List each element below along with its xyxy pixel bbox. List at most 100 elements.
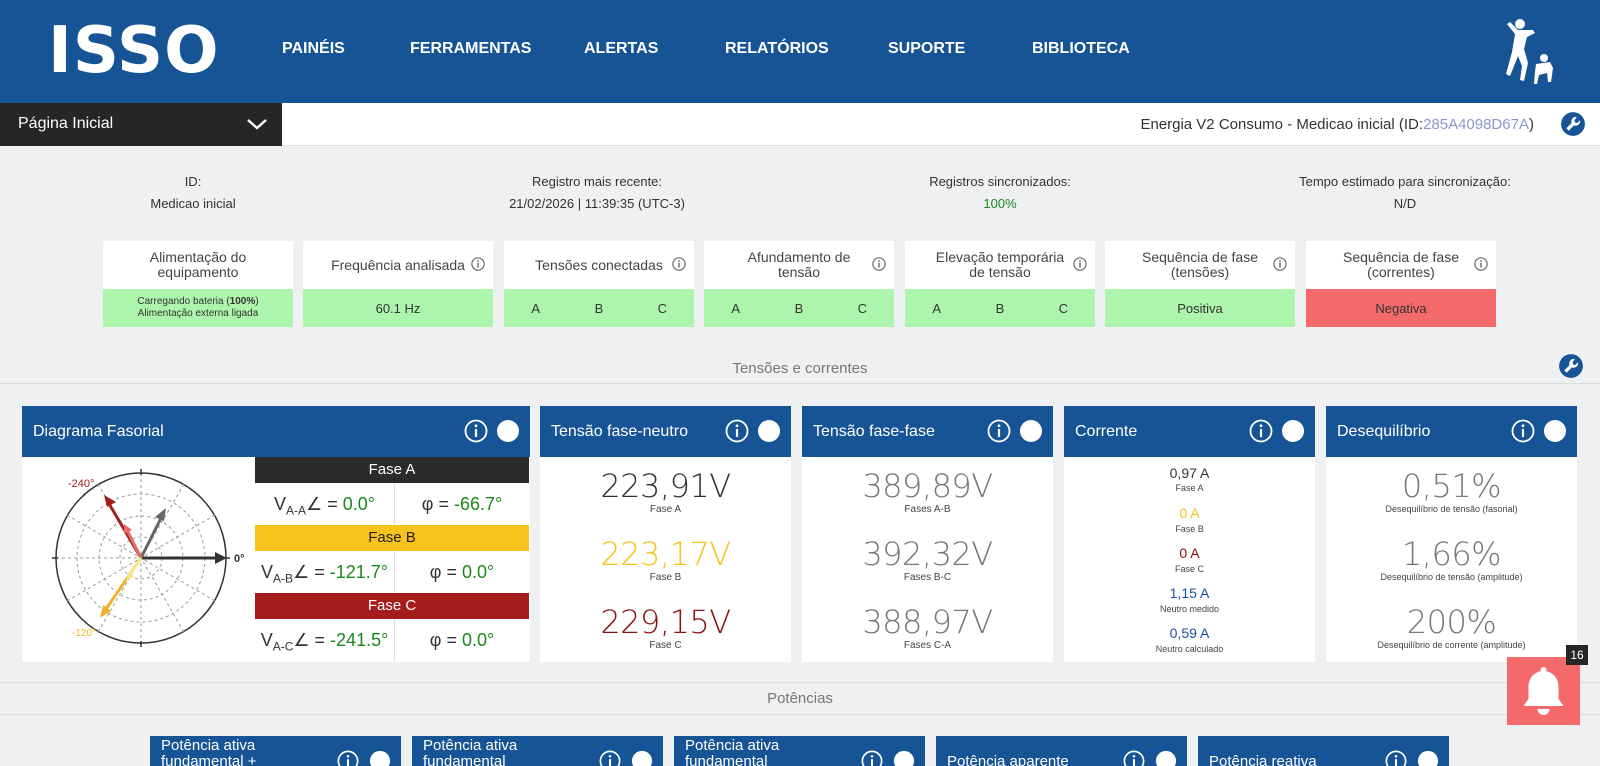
bell-icon bbox=[1523, 667, 1564, 715]
info-synced: Registros sincronizados: 100% bbox=[890, 174, 1110, 211]
card-status: ABC bbox=[504, 289, 694, 327]
info-icon[interactable] bbox=[1123, 750, 1145, 766]
phase-c-phi: φ = 0.0° bbox=[429, 630, 495, 650]
panel-active-power-3: Potência ativa fundamental bbox=[674, 736, 925, 766]
top-navigation-bar: ISSO PAINÉIS FERRAMENTAS ALERTAS RELATÓR… bbox=[0, 0, 1600, 103]
page-selector[interactable]: Página Inicial bbox=[0, 103, 282, 146]
panel-title: Tensão fase-neutro bbox=[551, 423, 688, 440]
imbalance-label: Desequilíbrio de tensão (fasorial) bbox=[1385, 504, 1518, 514]
sub-bar: Página Inicial Energia V2 Consumo - Medi… bbox=[0, 103, 1600, 146]
panel-phase-neutral-voltage: Tensão fase-neutro 223,91V Fase A 223,17… bbox=[540, 406, 791, 662]
panel-active-power-1: Potência ativa fundamental + bbox=[150, 736, 401, 766]
nav-suporte[interactable]: SUPORTE bbox=[888, 40, 965, 58]
panel-reactive-power: Potência reativa bbox=[1198, 736, 1449, 766]
info-icon[interactable] bbox=[987, 419, 1011, 443]
info-synced-label: Registros sincronizados: bbox=[929, 174, 1071, 189]
info-icon[interactable] bbox=[1249, 419, 1273, 443]
wrench-icon[interactable] bbox=[369, 750, 391, 766]
current-label: Neutro medido bbox=[1159, 604, 1220, 614]
wrench-icon[interactable] bbox=[496, 419, 520, 443]
voltage-label: Fases B-C bbox=[903, 572, 952, 583]
voltage-label: Fases C-A bbox=[903, 640, 952, 651]
imbalance-value: 1,66% bbox=[1401, 535, 1502, 573]
info-icon[interactable] bbox=[1474, 257, 1488, 271]
info-icon[interactable] bbox=[725, 419, 749, 443]
card-title: Alimentação do equipamento bbox=[149, 249, 247, 280]
voltage-label: Fases A-B bbox=[904, 504, 951, 515]
nav-relatorios[interactable]: RELATÓRIOS bbox=[725, 40, 829, 58]
voltage-label: Fase B bbox=[649, 572, 682, 583]
wrench-icon[interactable] bbox=[1558, 353, 1584, 379]
panel-imbalance: Desequilíbrio 0,51% Desequilíbrio de ten… bbox=[1326, 406, 1577, 662]
phasor-label-0: 0° bbox=[234, 553, 245, 565]
device-id: 285A4098D67A bbox=[1423, 116, 1529, 133]
info-icon[interactable] bbox=[599, 750, 621, 766]
imbalance-value: 200% bbox=[1406, 603, 1497, 641]
chevron-down-icon bbox=[247, 119, 267, 130]
info-icon[interactable] bbox=[337, 750, 359, 766]
panel-current: Corrente 0,97 A Fase A 0 A Fase B 0 A Fa… bbox=[1064, 406, 1315, 662]
phase-a-row: VA-A∠ = 0.0° φ = -66.7° bbox=[255, 483, 529, 525]
info-icon[interactable] bbox=[861, 750, 883, 766]
card-title: Afundamento de tensão bbox=[704, 241, 894, 289]
notification-count-badge: 16 bbox=[1566, 645, 1588, 665]
info-sync-eta: Tempo estimado para sincronização: N/D bbox=[1270, 174, 1540, 211]
phase-a-header: Fase A bbox=[255, 457, 529, 483]
voltage-value: 392,32V bbox=[862, 535, 993, 573]
info-icon[interactable] bbox=[1273, 257, 1287, 271]
nav-paineis[interactable]: PAINÉIS bbox=[282, 40, 345, 58]
phase-b-voltage-angle: VA-B∠ = -121.7° bbox=[255, 551, 395, 593]
info-icon[interactable] bbox=[1073, 257, 1087, 271]
info-icon[interactable] bbox=[872, 257, 886, 271]
card-status: Positiva bbox=[1105, 289, 1295, 327]
nav-ferramentas[interactable]: FERRAMENTAS bbox=[410, 40, 531, 58]
wrench-icon[interactable] bbox=[757, 419, 781, 443]
section-title-voltages-currents: Tensões e correntes bbox=[732, 360, 868, 377]
info-synced-value: 100% bbox=[983, 196, 1017, 211]
current-label: Fase A bbox=[1175, 483, 1204, 493]
nav-biblioteca[interactable]: BIBLIOTECA bbox=[1032, 40, 1130, 58]
wrench-icon[interactable] bbox=[893, 750, 915, 766]
wrench-icon[interactable] bbox=[631, 750, 653, 766]
voltage-label: Fase A bbox=[649, 504, 682, 515]
info-icon[interactable] bbox=[1511, 419, 1535, 443]
info-icon[interactable] bbox=[464, 419, 488, 443]
section-title-powers: Potências bbox=[767, 690, 833, 707]
voltage-value: 388,97V bbox=[862, 603, 993, 641]
card-status: Carregando bateria (100%) Alimentação ex… bbox=[103, 289, 293, 327]
info-icon[interactable] bbox=[471, 257, 485, 271]
divider bbox=[0, 682, 1600, 683]
info-icon[interactable] bbox=[672, 257, 686, 271]
wrench-icon[interactable] bbox=[1560, 111, 1586, 137]
phase-b-row: VA-B∠ = -121.7° φ = 0.0° bbox=[255, 551, 529, 593]
panel-header: Tensão fase-fase bbox=[802, 406, 1053, 457]
nav-alertas[interactable]: ALERTAS bbox=[584, 40, 658, 58]
panel-phase-phase-voltage: Tensão fase-fase 389,89V Fases A-B 392,3… bbox=[802, 406, 1053, 662]
wrench-icon[interactable] bbox=[1019, 419, 1043, 443]
card-status: ABC bbox=[704, 289, 894, 327]
wrench-icon[interactable] bbox=[1281, 419, 1305, 443]
device-name: Energia V2 Consumo - Medicao inicial (ID… bbox=[1140, 116, 1534, 133]
panel-title: Desequilíbrio bbox=[1337, 423, 1431, 440]
info-id-label: ID: bbox=[184, 174, 202, 189]
imbalance-label: Desequilíbrio de corrente (amplitude) bbox=[1377, 640, 1526, 650]
phase-b-phi: φ = 0.0° bbox=[429, 562, 495, 582]
card-title: Tensões conectadas bbox=[504, 241, 694, 289]
wrench-icon[interactable] bbox=[1543, 419, 1567, 443]
panel-header: Desequilíbrio bbox=[1326, 406, 1577, 457]
info-icon[interactable] bbox=[1385, 750, 1407, 766]
wrench-icon[interactable] bbox=[1155, 750, 1177, 766]
divider bbox=[0, 383, 1600, 384]
panel-phasor-diagram: Diagrama Fasorial -240° 0° -120° Fase A … bbox=[22, 406, 530, 662]
phase-b-header: Fase B bbox=[255, 525, 529, 551]
logo[interactable]: ISSO bbox=[48, 18, 220, 84]
page-selector-label: Página Inicial bbox=[18, 115, 114, 132]
notifications-button[interactable] bbox=[1507, 657, 1580, 725]
current-label: Fase C bbox=[1174, 564, 1204, 574]
voltage-value: 223,91V bbox=[600, 467, 731, 505]
card-title: Elevação temporária de tensão bbox=[905, 241, 1095, 289]
info-sync-eta-value: N/D bbox=[1393, 196, 1417, 211]
phase-c-row: VA-C∠ = -241.5° φ = 0.0° bbox=[255, 619, 529, 661]
wrench-icon[interactable] bbox=[1417, 750, 1439, 766]
phase-c-header: Fase C bbox=[255, 593, 529, 619]
